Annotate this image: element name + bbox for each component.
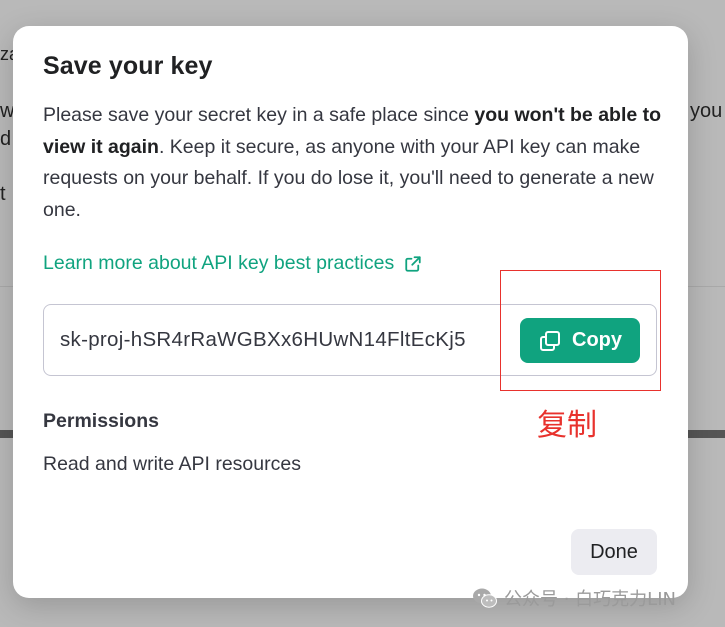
permissions-value: Read and write API resources: [43, 453, 301, 475]
done-button[interactable]: Done: [571, 529, 657, 575]
watermark-text: 公众号 · 白巧克力LIN: [504, 589, 676, 610]
background-text-fragment: you: [690, 100, 723, 122]
modal-title: Save your key: [43, 52, 213, 80]
annotation-label: 复制: [537, 408, 597, 443]
background-text-fragment: d: [0, 128, 12, 150]
watermark: 公众号 · 白巧克力LIN: [472, 585, 676, 611]
wechat-icon: [473, 588, 497, 608]
permissions-heading: Permissions: [43, 410, 159, 432]
external-link-icon: [405, 255, 421, 272]
api-key-value[interactable]: sk-proj-hSR4rRaWGBXx6HUwN14FltEcKj5: [60, 305, 506, 374]
description-text: Please save your secret key in a safe pl…: [43, 104, 475, 126]
background-text-fragment: t: [0, 183, 6, 205]
annotation-highlight-box: [500, 270, 661, 391]
learn-more-link-label: Learn more about API key best practices: [43, 252, 395, 274]
modal-description: Please save your secret key in a safe pl…: [43, 100, 668, 226]
learn-more-link[interactable]: Learn more about API key best practices: [43, 252, 422, 275]
